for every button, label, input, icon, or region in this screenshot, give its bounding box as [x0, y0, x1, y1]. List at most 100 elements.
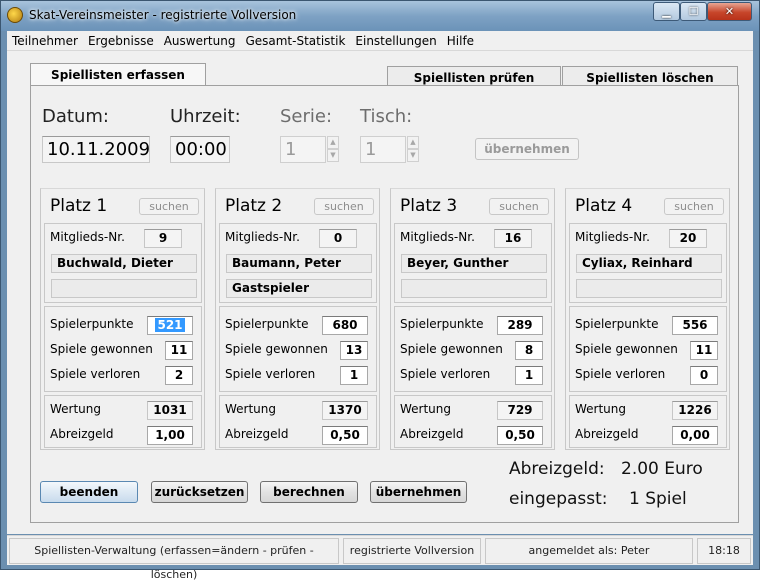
spielerpunkte-input[interactable]: 289 [497, 316, 543, 335]
spiele-verloren-label: Spiele verloren [50, 367, 141, 381]
spin-down-icon[interactable]: ▼ [407, 149, 419, 162]
spiele-verloren-input[interactable]: 1 [340, 366, 368, 385]
abreizgeld-input[interactable]: 1,00 [147, 426, 193, 445]
spiele-gewonnen-label: Spiele gewonnen [50, 342, 153, 356]
wertung-label: Wertung [50, 402, 102, 416]
menu-hilfe[interactable]: Hilfe [442, 31, 479, 48]
minimize-button[interactable]: ▁ [653, 2, 680, 21]
spielerpunkte-input[interactable]: 556 [672, 316, 718, 335]
menu-auswertung[interactable]: Auswertung [159, 31, 241, 48]
player-name: Baumann, Peter [226, 254, 372, 273]
spiele-verloren-input[interactable]: 1 [515, 366, 543, 385]
platz-3-panel: Platz 3 suchen Mitglieds-Nr. 16 Beyer, G… [390, 188, 555, 450]
spin-up-icon[interactable]: ▲ [407, 136, 419, 149]
spiele-gewonnen-label: Spiele gewonnen [575, 342, 678, 356]
status-mode: Spiellisten-Verwaltung (erfassen=ändern … [9, 538, 339, 581]
menu-ergebnisse[interactable]: Ergebnisse [83, 31, 159, 48]
abreizgeld-input[interactable]: 0,50 [497, 426, 543, 445]
eingepasst-value: 1 Spiel [629, 489, 687, 509]
platz-title: Platz 4 [575, 196, 633, 216]
datum-label: Datum: [42, 106, 109, 127]
berechnen-button[interactable]: berechnen [260, 481, 358, 503]
serie-spinner[interactable]: ▲ ▼ [327, 136, 339, 163]
spin-up-icon[interactable]: ▲ [327, 136, 339, 149]
zuruecksetzen-button[interactable]: zurücksetzen [151, 481, 248, 503]
tisch-spinner[interactable]: ▲ ▼ [407, 136, 419, 163]
serie-field[interactable]: 1 [280, 136, 326, 163]
spin-down-icon[interactable]: ▼ [327, 149, 339, 162]
spielerpunkte-label: Spielerpunkte [575, 317, 659, 331]
platz-title: Platz 1 [50, 196, 108, 216]
tisch-field[interactable]: 1 [360, 136, 406, 163]
suchen-button[interactable]: suchen [139, 198, 199, 215]
abreizgeld-input[interactable]: 0,00 [672, 426, 718, 445]
header-uebernehmen-button[interactable]: übernehmen [475, 138, 579, 160]
spiele-verloren-input[interactable]: 0 [690, 366, 718, 385]
wertung-label: Wertung [575, 402, 627, 416]
platz-title: Platz 3 [400, 196, 458, 216]
menu-teilnehmer[interactable]: Teilnehmer [7, 31, 83, 48]
beenden-button[interactable]: beenden [40, 481, 138, 503]
spiele-gewonnen-input[interactable]: 13 [340, 341, 368, 360]
wertung-group: Wertung 1226 Abreizgeld 0,00 [569, 395, 727, 448]
player-name: Beyer, Gunther [401, 254, 547, 273]
spiele-verloren-input[interactable]: 2 [165, 366, 193, 385]
uebernehmen-button[interactable]: übernehmen [370, 481, 467, 503]
spiele-verloren-label: Spiele verloren [225, 367, 316, 381]
suchen-button[interactable]: suchen [489, 198, 549, 215]
suchen-button[interactable]: suchen [664, 198, 724, 215]
abreizgeld-label: Abreizgeld [400, 427, 464, 441]
member-group: Mitglieds-Nr. 20 Cyliax, Reinhard [569, 223, 727, 303]
platz-4-panel: Platz 4 suchen Mitglieds-Nr. 20 Cyliax, … [565, 188, 730, 450]
spielerpunkte-value: 521 [155, 318, 185, 332]
player-extra [401, 279, 547, 298]
spielerpunkte-input[interactable]: 521 [147, 316, 193, 335]
uhrzeit-field[interactable]: 00:00 [170, 136, 230, 163]
wertung-value: 1031 [147, 401, 193, 420]
maximize-button[interactable]: ☐ [680, 2, 707, 21]
skat-app-icon[interactable] [7, 7, 23, 23]
spiele-verloren-label: Spiele verloren [400, 367, 491, 381]
spielerpunkte-input[interactable]: 680 [322, 316, 368, 335]
platz-2-panel: Platz 2 suchen Mitglieds-Nr. 0 Baumann, … [215, 188, 380, 450]
member-group: Mitglieds-Nr. 16 Beyer, Gunther [394, 223, 552, 303]
spiele-gewonnen-input[interactable]: 11 [165, 341, 193, 360]
status-time: 18:18 [697, 538, 751, 564]
status-version: registrierte Vollversion [343, 538, 481, 564]
wertung-group: Wertung 1370 Abreizgeld 0,50 [219, 395, 377, 448]
wertung-value: 1370 [322, 401, 368, 420]
player-name: Buchwald, Dieter [51, 254, 197, 273]
mitglieds-nr-value: 16 [494, 229, 532, 248]
wertung-value: 729 [497, 401, 543, 420]
menu-einstellungen[interactable]: Einstellungen [350, 31, 441, 48]
points-group: Spielerpunkte 521 Spiele gewonnen 11 Spi… [44, 306, 202, 392]
menu-gesamt-statistik[interactable]: Gesamt-Statistik [240, 31, 350, 48]
suchen-button[interactable]: suchen [314, 198, 374, 215]
datum-field[interactable]: 10.11.2009 [42, 136, 150, 163]
mitglieds-nr-label: Mitglieds-Nr. [575, 230, 650, 244]
tab-spiellisten-loeschen[interactable]: Spiellisten löschen [562, 66, 738, 86]
mitglieds-nr-label: Mitglieds-Nr. [400, 230, 475, 244]
tab-spiellisten-erfassen[interactable]: Spiellisten erfassen [30, 63, 206, 85]
points-group: Spielerpunkte 680 Spiele gewonnen 13 Spi… [219, 306, 377, 392]
abreizgeld-input[interactable]: 0,50 [322, 426, 368, 445]
app-window: Skat-Vereinsmeister - registrierte Vollv… [0, 0, 760, 581]
points-group: Spielerpunkte 289 Spiele gewonnen 8 Spie… [394, 306, 552, 392]
spiele-gewonnen-input[interactable]: 8 [515, 341, 543, 360]
abreizgeld-summary-value: 2.00 Euro [621, 459, 703, 479]
spiele-gewonnen-label: Spiele gewonnen [400, 342, 503, 356]
mitglieds-nr-label: Mitglieds-Nr. [50, 230, 125, 244]
close-button[interactable]: ✕ [707, 2, 752, 21]
spielerpunkte-label: Spielerpunkte [50, 317, 134, 331]
mitglieds-nr-value: 9 [144, 229, 182, 248]
tab-spiellisten-pruefen[interactable]: Spiellisten prüfen [387, 66, 561, 86]
mitglieds-nr-value: 0 [319, 229, 357, 248]
maximize-icon: ☐ [688, 5, 699, 18]
client-area: Spiellisten erfassen Spiellisten prüfen … [7, 51, 753, 534]
menu-bar: Teilnehmer Ergebnisse Auswertung Gesamt-Sta… [7, 31, 753, 51]
platz-title: Platz 2 [225, 196, 283, 216]
member-group: Mitglieds-Nr. 9 Buchwald, Dieter [44, 223, 202, 303]
wertung-group: Wertung 729 Abreizgeld 0,50 [394, 395, 552, 448]
spiele-gewonnen-input[interactable]: 11 [690, 341, 718, 360]
title-bar[interactable]: Skat-Vereinsmeister - registrierte Vollv… [1, 1, 759, 31]
